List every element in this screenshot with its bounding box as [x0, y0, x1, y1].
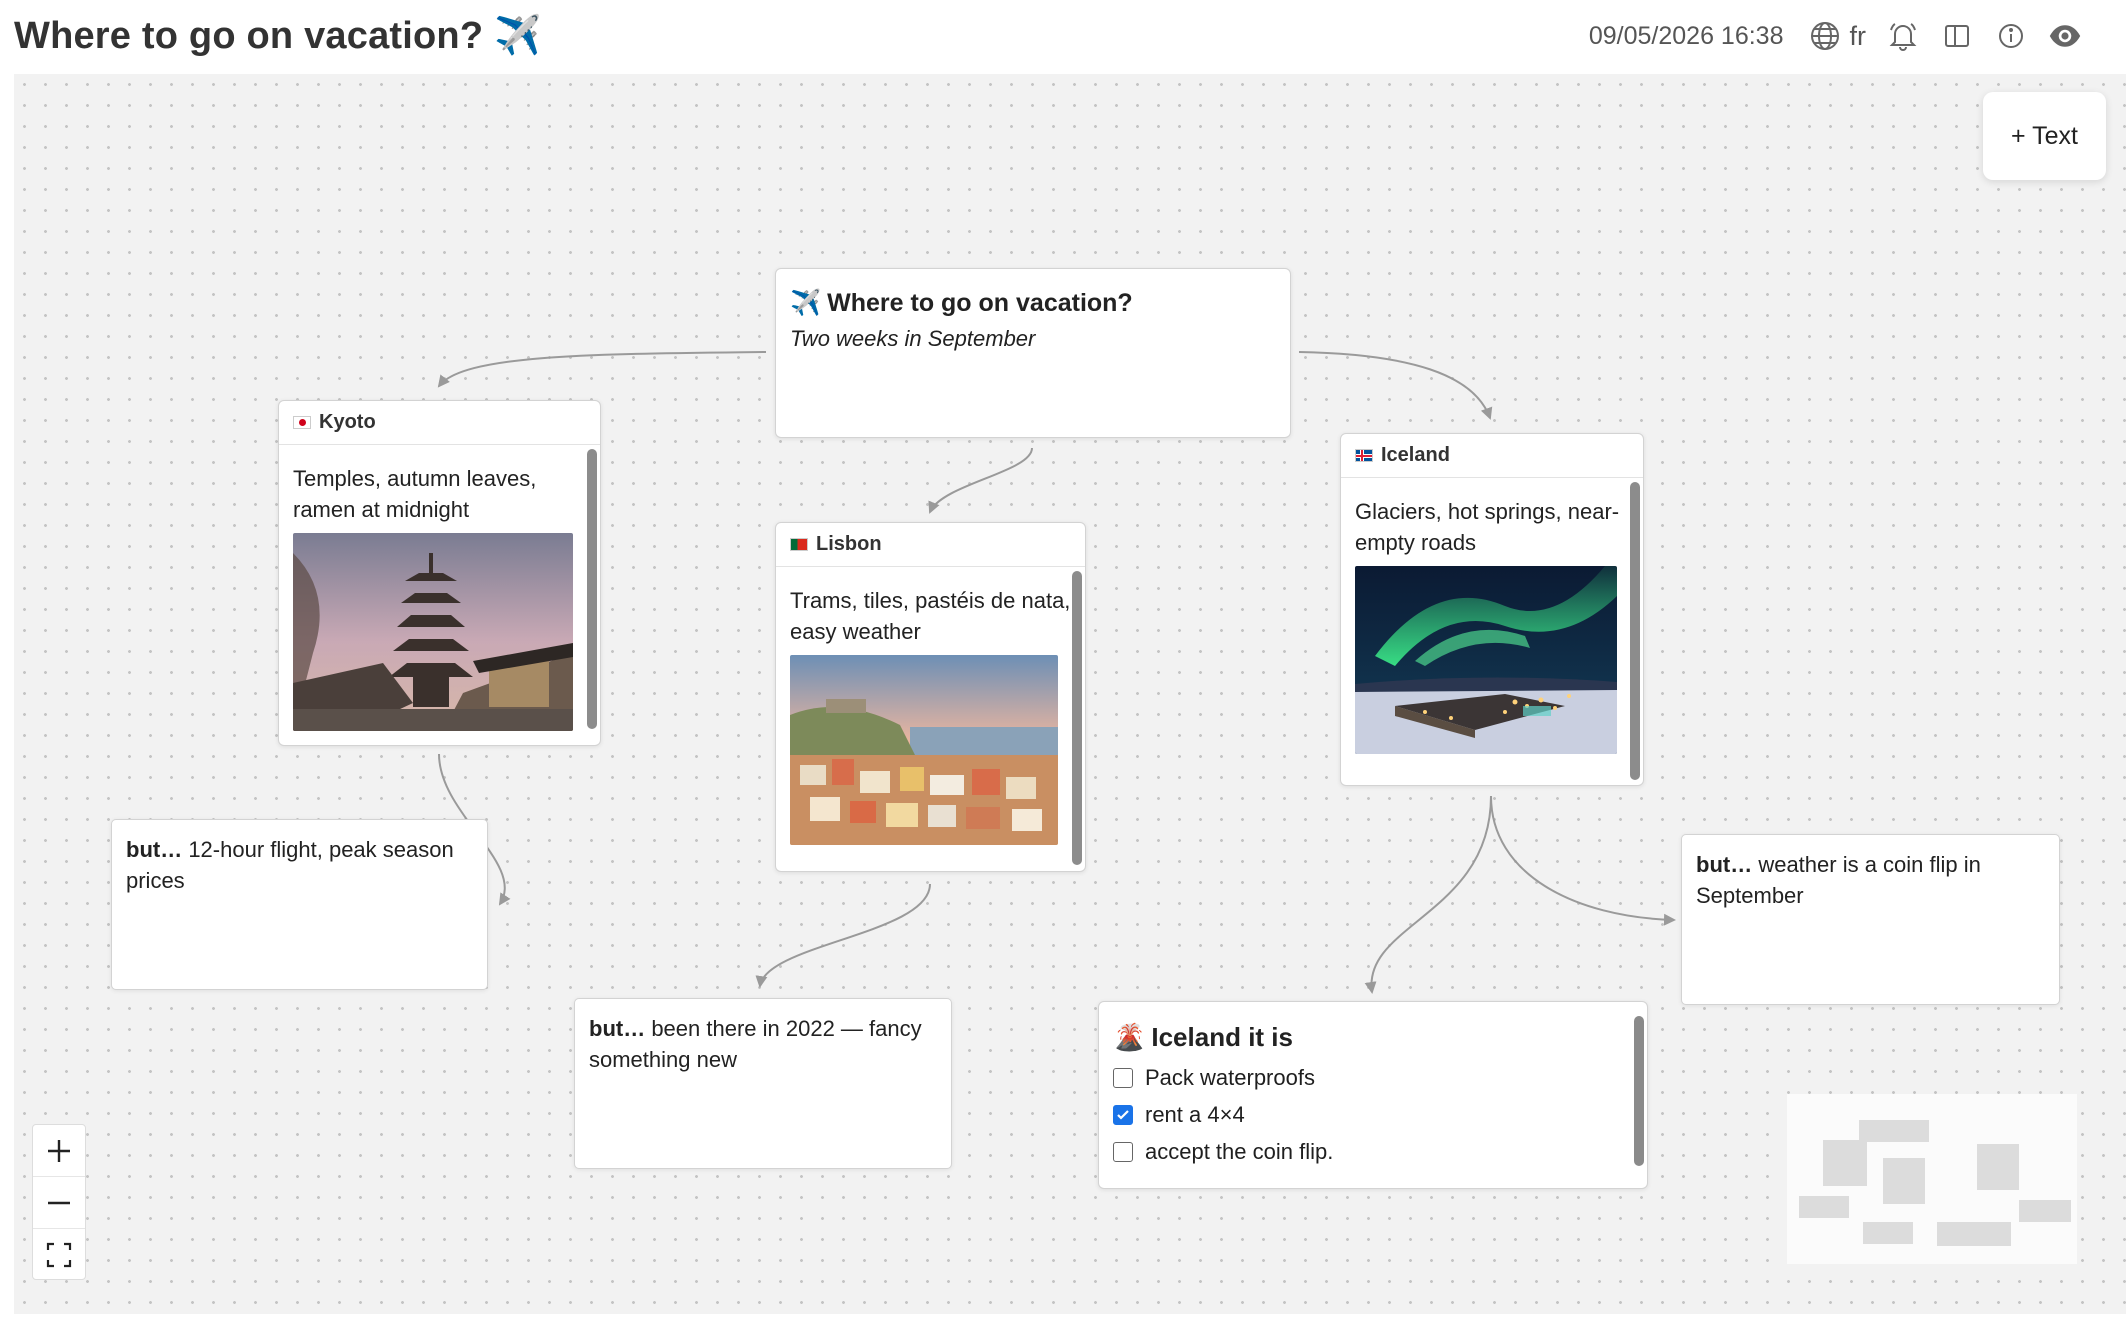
iceland-card-scrollbar[interactable]	[1630, 482, 1640, 780]
iceland-flag-icon	[1355, 449, 1373, 462]
checkbox-unchecked[interactable]	[1113, 1141, 1133, 1162]
lisbon-card[interactable]: Lisbon Trams, tiles, pastéis de nata, ea…	[775, 522, 1086, 872]
root-card[interactable]: ✈️ Where to go on vacation? Two weeks in…	[775, 268, 1291, 438]
checkbox-checked[interactable]	[1113, 1104, 1133, 1125]
split-view-icon[interactable]	[1940, 19, 1974, 53]
checklist-title: Iceland it is	[1151, 1022, 1293, 1052]
edge-root-iceland	[1298, 351, 1493, 420]
minimap-node	[1883, 1158, 1925, 1204]
note-lead: but…	[589, 1016, 646, 1041]
checkmark-icon	[1117, 1109, 1129, 1120]
iceland-card[interactable]: Iceland Glaciers, hot springs, near-empt…	[1340, 433, 1644, 786]
kyoto-card-text: Temples, autumn leaves, ramen at midnigh…	[293, 466, 537, 522]
lisbon-card-title: Lisbon	[816, 533, 882, 555]
minimap-node	[1937, 1222, 2011, 1246]
checklist-item-label: Pack waterproofs	[1145, 1064, 1315, 1090]
checklist-item-label: accept the coin flip.	[1145, 1138, 1334, 1164]
add-text-button[interactable]: + Text	[1983, 92, 2106, 180]
aurora-photo	[1355, 566, 1617, 754]
airplane-icon: ✈️	[790, 289, 822, 317]
globe-icon	[1808, 19, 1842, 53]
root-card-title: Where to go on vacation?	[827, 289, 1133, 317]
pagoda-photo	[293, 533, 573, 731]
checklist-item-label: rent a 4×4	[1145, 1101, 1245, 1127]
app-header: Where to go on vacation? ✈️ 09/05/2026 1…	[0, 0, 2126, 74]
iceland-card-text: Glaciers, hot springs, near-empty roads	[1355, 499, 1620, 555]
minimap-node	[1859, 1120, 1929, 1142]
checklist-item[interactable]: accept the coin flip.	[1113, 1133, 1633, 1170]
minimap-node	[1823, 1140, 1867, 1186]
kyoto-card[interactable]: Kyoto Temples, autumn leaves, ramen at m…	[278, 400, 601, 746]
kyoto-note-card[interactable]: but… 12-hour flight, peak season prices	[111, 819, 488, 990]
language-switcher[interactable]: fr	[1808, 19, 1867, 53]
minus-icon[interactable]	[33, 1177, 85, 1229]
checklist-card[interactable]: 🌋 Iceland it is Pack waterproofs rent a …	[1098, 1001, 1648, 1189]
bell-icon[interactable]	[1886, 19, 1920, 53]
portugal-flag-icon	[790, 538, 808, 551]
japan-flag-icon	[293, 416, 311, 429]
checklist-item[interactable]: Pack waterproofs	[1113, 1059, 1633, 1096]
note-lead: but…	[1696, 852, 1753, 877]
minimap[interactable]	[1787, 1094, 2077, 1264]
lisbon-note-card[interactable]: but… been there in 2022 — fancy somethin…	[574, 998, 952, 1169]
language-code: fr	[1849, 20, 1867, 51]
info-icon[interactable]	[1994, 19, 2028, 53]
plus-icon[interactable]	[33, 1125, 85, 1177]
kyoto-card-header: Kyoto	[279, 401, 600, 445]
iceland-card-header: Iceland	[1341, 434, 1643, 478]
edge-iceland-note	[1490, 795, 1676, 926]
volcano-icon: 🌋	[1113, 1022, 1146, 1052]
checklist-item[interactable]: rent a 4×4	[1113, 1096, 1633, 1133]
minimap-node	[1863, 1222, 1913, 1244]
kyoto-card-scrollbar[interactable]	[587, 449, 597, 729]
edge-root-lisbon	[928, 447, 1033, 514]
kyoto-card-title: Kyoto	[319, 411, 376, 433]
whiteboard-canvas[interactable]: + Text ✈️ Where to go on vacation? Two w…	[14, 74, 2126, 1314]
lisbon-city-photo	[790, 655, 1058, 845]
lisbon-card-header: Lisbon	[776, 523, 1085, 567]
lisbon-card-scrollbar[interactable]	[1072, 571, 1082, 865]
iceland-note-card[interactable]: but… weather is a coin flip in September	[1681, 834, 2060, 1005]
page-title: Where to go on vacation? ✈️	[14, 15, 542, 57]
lisbon-card-text: Trams, tiles, pastéis de nata, easy weat…	[790, 588, 1071, 644]
fit-view-icon[interactable]	[33, 1229, 85, 1281]
zoom-controls	[32, 1124, 86, 1280]
checklist-scrollbar[interactable]	[1634, 1016, 1644, 1166]
checkbox-unchecked[interactable]	[1113, 1067, 1133, 1088]
minimap-node	[1799, 1196, 1849, 1218]
checklist-title-row: 🌋 Iceland it is	[1113, 1022, 1633, 1053]
edge-lisbon-note	[755, 883, 931, 988]
eye-icon[interactable]	[2048, 19, 2082, 53]
edge-root-kyoto	[437, 351, 767, 388]
minimap-node	[1977, 1144, 2019, 1190]
timestamp: 09/05/2026 16:38	[1588, 21, 1784, 50]
root-card-subtitle: Two weeks in September	[790, 326, 1036, 351]
note-lead: but…	[126, 837, 183, 862]
iceland-card-title: Iceland	[1381, 444, 1450, 466]
header-actions: 09/05/2026 16:38 fr	[1589, 16, 2082, 56]
root-card-title-row: ✈️ Where to go on vacation?	[790, 289, 1276, 318]
edge-iceland-checklist	[1364, 795, 1492, 994]
minimap-node	[2019, 1200, 2071, 1222]
